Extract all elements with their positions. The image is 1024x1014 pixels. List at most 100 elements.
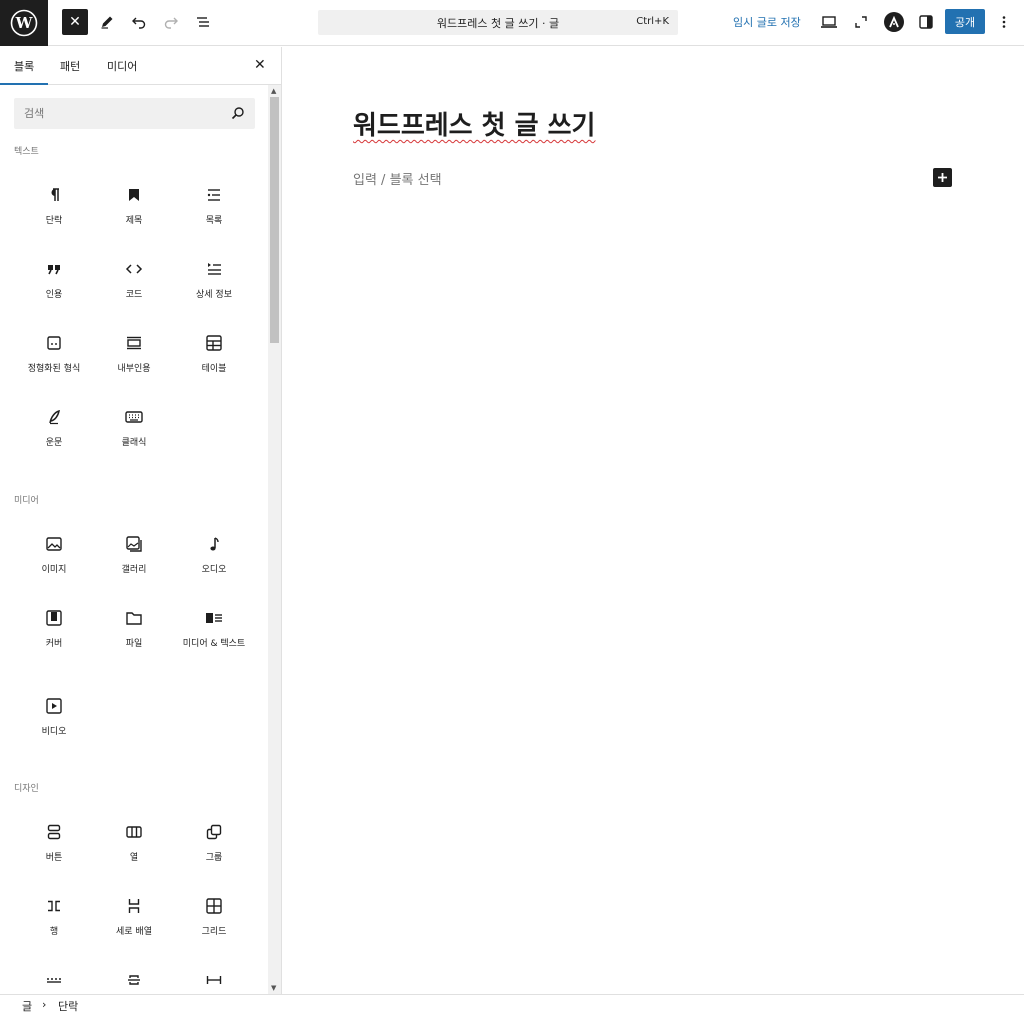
block-item-group[interactable]: 그룹 [174,821,254,864]
plus-icon [938,173,947,182]
columns-icon [126,826,142,838]
block-label: 상세 정보 [196,290,232,300]
block-search-input[interactable] [14,98,214,129]
block-label: 내부인용 [117,364,151,374]
block-item-video[interactable]: 비디오 [14,695,94,738]
block-label: 파일 [125,639,143,649]
row-icon [48,900,60,912]
tab-media[interactable]: 미디어 [107,58,137,74]
pencil-icon [101,16,113,29]
preview-button[interactable] [816,9,842,35]
block-label: 클래식 [121,438,147,448]
tab-patterns[interactable]: 패턴 [60,58,80,74]
laptop-icon [821,16,837,28]
command-palette-bar[interactable]: 워드프레스 첫 글 쓰기 · 글 Ctrl+K [318,10,678,35]
block-inserter-panel: 블록 패턴 미디어 ✕ 텍스트 단락 제목 목록 인용 코드 상세 정보 정형화… [0,47,282,994]
editor-toolbar: W ✕ 워드프레스 첫 글 쓰기 · 글 Ctrl+K 임시 글로 저장 공개 [0,0,1024,46]
file-icon [126,612,142,625]
verse-icon [49,409,60,425]
block-item-paragraph[interactable]: 단락 [14,184,94,227]
block-item-verse[interactable]: 운문 [14,406,94,449]
breadcrumb-item-paragraph[interactable]: 단락 [58,998,78,1014]
block-label: 커버 [45,639,63,649]
block-item-code[interactable]: 코드 [94,258,174,301]
scroll-down-arrow-icon[interactable]: ▼ [271,984,276,992]
cover-icon [46,610,62,626]
block-item-preformatted[interactable]: 정형화된 형식 [14,332,94,375]
heading-icon [129,189,139,201]
media-text-icon [206,613,222,623]
block-label: 비디오 [41,727,67,737]
undo-button[interactable] [126,9,152,35]
add-block-button[interactable] [933,168,952,187]
block-label: 미디어 & 텍스트 [182,639,246,649]
image-icon [46,537,62,551]
gallery-icon [126,536,142,552]
scroll-up-arrow-icon[interactable]: ▲ [271,87,276,95]
block-label: 행 [49,927,59,937]
paragraph-icon [51,188,59,201]
separator-icon [47,978,61,983]
editor-canvas: 워드프레스 첫 글 쓰기 입력 / 블록 선택 [283,47,1024,994]
tab-blocks[interactable]: 블록 [0,58,49,85]
block-item-grid[interactable]: 그리드 [174,895,254,938]
block-label: 갤러리 [121,565,147,575]
pullquote-icon [127,336,141,350]
expand-icon [855,16,867,28]
shortcut-hint: Ctrl+K [636,16,669,27]
block-item-heading[interactable]: 제목 [94,184,174,227]
block-item-row[interactable]: 행 [14,895,94,938]
block-item-media-text[interactable]: 미디어 & 텍스트 [174,607,254,650]
stack-icon [128,899,140,913]
list-icon [207,189,220,201]
block-item-spacer[interactable] [94,969,174,994]
document-overview-button[interactable] [190,9,216,35]
fullscreen-button[interactable] [848,9,874,35]
block-item-audio[interactable]: 오디오 [174,533,254,576]
category-heading-design: 디자인 [14,784,39,794]
wordpress-logo-button[interactable]: W [0,0,48,46]
astra-settings-button[interactable] [884,12,904,32]
tools-button[interactable] [94,9,120,35]
redo-button[interactable] [158,9,184,35]
block-item-columns[interactable]: 열 [94,821,174,864]
block-item-table[interactable]: 테이블 [174,332,254,375]
sidebar-scrollbar[interactable]: ▲ ▼ [268,85,281,994]
block-item-buttons[interactable]: 버튼 [14,821,94,864]
video-icon [46,698,62,714]
save-draft-button[interactable]: 임시 글로 저장 [733,14,801,30]
category-heading-media: 미디어 [14,496,39,506]
block-item-details[interactable]: 상세 정보 [174,258,254,301]
scrollbar-thumb[interactable] [270,97,279,343]
publish-button[interactable]: 공개 [945,9,985,34]
block-item-horizontal[interactable] [174,969,254,994]
block-item-list[interactable]: 목록 [174,184,254,227]
wordpress-logo-icon: W [10,9,38,37]
block-item-pullquote[interactable]: 내부인용 [94,332,174,375]
empty-block-placeholder[interactable]: 입력 / 블록 선택 [353,169,442,188]
category-heading-text: 텍스트 [14,147,39,157]
block-item-separator[interactable] [14,969,94,994]
block-search [14,98,255,129]
block-label: 그룹 [205,853,223,863]
block-label: 테이블 [201,364,227,374]
block-item-cover[interactable]: 커버 [14,607,94,650]
svg-text:W: W [15,14,34,32]
settings-sidebar-button[interactable] [913,9,939,35]
options-button[interactable] [991,9,1017,35]
block-item-quote[interactable]: 인용 [14,258,94,301]
block-item-stack[interactable]: 세로 배열 [94,895,174,938]
breadcrumb-item-post[interactable]: 글 [22,998,32,1014]
block-item-classic[interactable]: 클래식 [94,406,174,449]
block-label: 열 [129,853,139,863]
post-title[interactable]: 워드프레스 첫 글 쓰기 [353,105,595,142]
preformatted-icon [47,336,61,350]
block-item-gallery[interactable]: 갤러리 [94,533,174,576]
block-item-image[interactable]: 이미지 [14,533,94,576]
block-item-file[interactable]: 파일 [94,607,174,650]
breadcrumb-separator: › [42,998,47,1011]
list-view-icon [197,17,209,27]
close-inserter-button[interactable]: ✕ [254,57,266,73]
close-block-inserter-button[interactable]: ✕ [62,9,88,35]
table-icon [206,335,222,351]
